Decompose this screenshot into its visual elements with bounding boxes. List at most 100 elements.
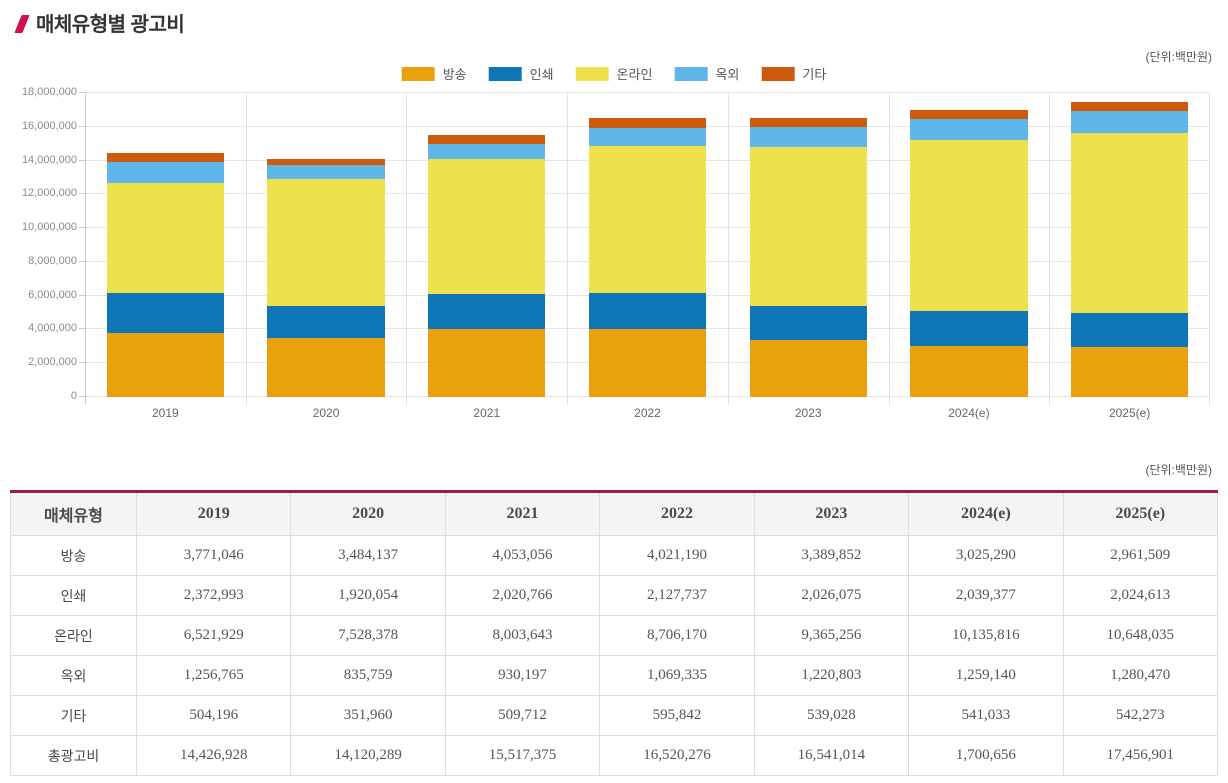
media-spend-table: 매체유형201920202021202220232024(e)2025(e) 방… [10, 490, 1218, 776]
table-unit-label: (단위:백만원) [1145, 461, 1212, 478]
value-cell: 1,920,054 [291, 576, 445, 616]
stacked-bar-2019 [107, 93, 224, 397]
bar-column-2019 [85, 93, 246, 397]
table-header-year: 2020 [291, 492, 445, 536]
value-cell: 3,389,852 [754, 536, 908, 576]
bar-segment-방송 [910, 346, 1027, 397]
value-cell: 1,280,470 [1063, 656, 1217, 696]
legend-item-옥외[interactable]: 옥외 [674, 64, 739, 83]
value-cell: 4,053,056 [445, 536, 599, 576]
x-axis-label: 2021 [406, 406, 567, 420]
value-cell: 2,026,075 [754, 576, 908, 616]
value-cell: 1,220,803 [754, 656, 908, 696]
value-cell: 14,426,928 [137, 736, 291, 776]
bar-column-2025(e) [1049, 93, 1210, 397]
bar-segment-옥외 [428, 144, 545, 160]
table-row-총광고비: 총광고비14,426,92814,120,28915,517,37516,520… [11, 736, 1218, 776]
row-label-cell: 총광고비 [11, 736, 137, 776]
y-axis-label: 6,000,000 [0, 289, 77, 301]
title-slash-icon [14, 15, 29, 33]
bar-segment-방송 [750, 340, 867, 397]
value-cell: 541,033 [909, 696, 1063, 736]
bar-segment-인쇄 [428, 294, 545, 328]
value-cell: 1,069,335 [600, 656, 754, 696]
legend-item-기타[interactable]: 기타 [761, 64, 826, 83]
value-cell: 3,771,046 [137, 536, 291, 576]
legend-item-방송[interactable]: 방송 [402, 64, 467, 83]
bar-segment-방송 [428, 329, 545, 397]
table-row-옥외: 옥외1,256,765835,759930,1971,069,3351,220,… [11, 656, 1218, 696]
value-cell: 509,712 [445, 696, 599, 736]
legend-swatch-icon [576, 67, 609, 81]
bar-segment-인쇄 [589, 293, 706, 329]
chart-legend: 방송 인쇄 온라인 옥외 기타 [391, 64, 838, 83]
bar-segment-인쇄 [1071, 313, 1188, 347]
bar-segment-인쇄 [107, 293, 224, 333]
media-spend-table-wrap: 매체유형201920202021202220232024(e)2025(e) 방… [10, 490, 1218, 776]
table-body: 방송3,771,0463,484,1374,053,0564,021,1903,… [11, 536, 1218, 776]
value-cell: 595,842 [600, 696, 754, 736]
legend-swatch-icon [402, 67, 435, 81]
table-row-인쇄: 인쇄2,372,9931,920,0542,020,7662,127,7372,… [11, 576, 1218, 616]
table-header-year: 2022 [600, 492, 754, 536]
value-cell: 14,120,289 [291, 736, 445, 776]
x-axis-label: 2022 [567, 406, 728, 420]
stacked-bar-2021 [428, 93, 545, 397]
table-header-year: 2023 [754, 492, 908, 536]
bar-segment-온라인 [267, 179, 384, 306]
y-axis-label: 0 [0, 390, 77, 402]
y-axis-label: 10,000,000 [0, 221, 77, 233]
stacked-bar-2023 [750, 93, 867, 397]
bar-segment-기타 [107, 153, 224, 162]
row-label-cell: 온라인 [11, 616, 137, 656]
table-header-year: 2024(e) [909, 492, 1063, 536]
value-cell: 10,135,816 [909, 616, 1063, 656]
value-cell: 504,196 [137, 696, 291, 736]
legend-label: 기타 [802, 64, 826, 83]
value-cell: 8,003,643 [445, 616, 599, 656]
bar-column-2021 [406, 93, 567, 397]
x-axis-label: 2023 [728, 406, 889, 420]
bar-segment-옥외 [267, 165, 384, 179]
legend-label: 인쇄 [530, 64, 554, 83]
value-cell: 2,961,509 [1063, 536, 1217, 576]
row-label-cell: 방송 [11, 536, 137, 576]
bar-segment-인쇄 [910, 311, 1027, 345]
legend-item-온라인[interactable]: 온라인 [576, 64, 653, 83]
value-cell: 9,365,256 [754, 616, 908, 656]
bar-column-2020 [246, 93, 407, 397]
value-cell: 8,706,170 [600, 616, 754, 656]
table-row-기타: 기타504,196351,960509,712595,842539,028541… [11, 696, 1218, 736]
value-cell: 2,372,993 [137, 576, 291, 616]
bar-column-2023 [728, 93, 889, 397]
stacked-bar-2022 [589, 93, 706, 397]
value-cell: 1,256,765 [137, 656, 291, 696]
y-axis-label: 14,000,000 [0, 154, 77, 166]
stacked-bar-2024(e) [910, 93, 1027, 397]
value-cell: 16,541,014 [754, 736, 908, 776]
bar-segment-기타 [428, 135, 545, 144]
y-axis-label: 2,000,000 [0, 356, 77, 368]
y-axis-label: 8,000,000 [0, 255, 77, 267]
bar-segment-온라인 [1071, 133, 1188, 313]
bar-segment-옥외 [910, 119, 1027, 140]
bar-segment-옥외 [750, 127, 867, 148]
stacked-bar-2020 [267, 93, 384, 397]
x-axis: 201920202021202220232024(e)2025(e) [85, 406, 1210, 422]
legend-item-인쇄[interactable]: 인쇄 [489, 64, 554, 83]
row-label-cell: 기타 [11, 696, 137, 736]
value-cell: 539,028 [754, 696, 908, 736]
bar-segment-방송 [107, 333, 224, 397]
x-axis-label: 2024(e) [889, 406, 1050, 420]
y-axis-label: 18,000,000 [0, 86, 77, 98]
bar-column-2022 [567, 93, 728, 397]
bar-segment-인쇄 [750, 306, 867, 340]
value-cell: 17,456,901 [1063, 736, 1217, 776]
value-cell: 2,020,766 [445, 576, 599, 616]
table-header-row: 매체유형201920202021202220232024(e)2025(e) [11, 492, 1218, 536]
value-cell: 2,127,737 [600, 576, 754, 616]
legend-label: 방송 [443, 64, 467, 83]
bar-segment-옥외 [107, 162, 224, 183]
bar-segment-방송 [589, 329, 706, 397]
bar-segment-옥외 [589, 128, 706, 146]
